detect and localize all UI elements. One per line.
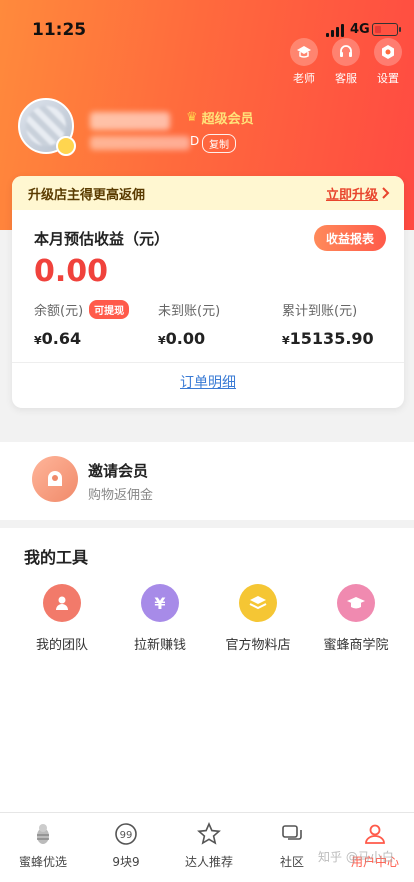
invite-subtitle: 购物返佣金 [88, 488, 154, 503]
chat-icon [279, 821, 305, 847]
avatar-level-badge [56, 136, 76, 156]
monthly-earnings-title: 本月预估收益（元） [34, 230, 170, 248]
currency-symbol: ¥ [282, 334, 290, 347]
chevron-right-icon [382, 187, 390, 199]
tool-label: 蜜蜂商学院 [323, 638, 389, 653]
balance-caption: 余额(元) [34, 304, 84, 319]
network-label: 4G [350, 22, 370, 37]
battery-icon [372, 23, 401, 36]
settings-button[interactable]: 设置 [372, 38, 404, 86]
tab-label: 蜜蜂优选 [18, 855, 67, 869]
graduation-cap-icon [337, 584, 375, 622]
balance-stat[interactable]: 余额(元) 可提现 ¥0.64 [34, 300, 130, 348]
pending-stat[interactable]: 未到账(元) ¥0.00 [158, 300, 220, 348]
tool-label: 官方物料店 [225, 638, 291, 653]
layers-icon [239, 584, 277, 622]
team-icon [43, 584, 81, 622]
crown-icon: ♛ [186, 110, 198, 125]
bee-icon [30, 821, 56, 847]
tool-academy[interactable]: 蜜蜂商学院 [311, 584, 401, 653]
divider [12, 362, 404, 363]
invite-icon [32, 456, 78, 502]
tab-influencer[interactable]: 达人推荐 [168, 821, 250, 870]
tools-heading: 我的工具 [24, 548, 89, 567]
tool-official-store[interactable]: 官方物料店 [213, 584, 303, 653]
nine-nine-icon: 99 [113, 821, 139, 847]
tool-label: 我的团队 [35, 638, 88, 653]
tool-my-team[interactable]: 我的团队 [17, 584, 107, 653]
settings-label: 设置 [377, 72, 399, 85]
tab-label: 达人推荐 [184, 855, 233, 869]
customer-service-label: 客服 [335, 72, 357, 85]
member-label: 超级会员 [201, 112, 254, 127]
currency-symbol: ¥ [34, 334, 42, 347]
user-id-blurred [90, 136, 190, 150]
upgrade-banner[interactable]: 升级店主得更高返佣 立即升级 [12, 176, 404, 210]
monthly-earnings-amount: 0.00 [34, 254, 109, 289]
copy-id-button[interactable]: 复制 [202, 134, 236, 153]
total-received-stat[interactable]: 累计到账(元) ¥15135.90 [282, 300, 374, 348]
gear-icon [374, 38, 402, 66]
tab-9-9[interactable]: 99 9块9 [85, 821, 167, 870]
pending-caption: 未到账(元) [158, 304, 221, 319]
balance-value: 0.64 [41, 329, 82, 348]
withdrawable-badge[interactable]: 可提现 [89, 300, 130, 319]
signal-icon [326, 24, 346, 37]
username-blurred [90, 112, 170, 130]
upgrade-text: 升级店主得更高返佣 [28, 187, 146, 203]
graduation-cap-icon [290, 38, 318, 66]
upgrade-now-link[interactable]: 立即升级 [326, 184, 390, 203]
tab-label: 9块9 [112, 855, 140, 869]
watermark-text: 知乎 @马小白 [318, 850, 394, 864]
earnings-card: 升级店主得更高返佣 立即升级 本月预估收益（元） 收益报表 0.00 余额(元)… [12, 176, 404, 408]
invite-member-row[interactable]: 邀请会员 购物返佣金 [0, 442, 414, 520]
order-details-link[interactable]: 订单明细 [12, 372, 404, 392]
headset-icon [332, 38, 360, 66]
my-tools-section: 我的工具 我的团队 ¥ 拉新赚钱 官方物料店 蜜蜂商学院 [0, 528, 414, 812]
invite-title: 邀请会员 [88, 462, 149, 480]
svg-text:99: 99 [120, 830, 133, 841]
upgrade-now-label: 立即升级 [325, 187, 378, 203]
member-badge: ♛ 超级会员 [186, 108, 254, 127]
tab-label: 社区 [279, 855, 304, 869]
teacher-button[interactable]: 老师 [288, 38, 320, 86]
bottom-tab-bar: 蜜蜂优选 99 9块9 达人推荐 社区 用户中心 [0, 812, 414, 882]
tool-refer-earn[interactable]: ¥ 拉新赚钱 [115, 584, 205, 653]
customer-service-button[interactable]: 客服 [330, 38, 362, 86]
user-id-suffix: D [190, 134, 200, 148]
header-actions: 老师 客服 设置 [288, 38, 404, 86]
star-icon [196, 821, 222, 847]
tab-bee-select[interactable]: 蜜蜂优选 [2, 821, 84, 870]
total-received-value: 15135.90 [289, 329, 374, 348]
earnings-report-button[interactable]: 收益报表 [314, 225, 386, 251]
currency-symbol: ¥ [158, 334, 166, 347]
pending-value: 0.00 [165, 329, 206, 348]
total-received-caption: 累计到账(元) [282, 304, 358, 319]
status-time: 11:25 [32, 20, 87, 40]
teacher-label: 老师 [293, 72, 315, 85]
user-icon [362, 821, 388, 847]
tool-label: 拉新赚钱 [133, 638, 186, 653]
yuan-hand-icon: ¥ [141, 584, 179, 622]
